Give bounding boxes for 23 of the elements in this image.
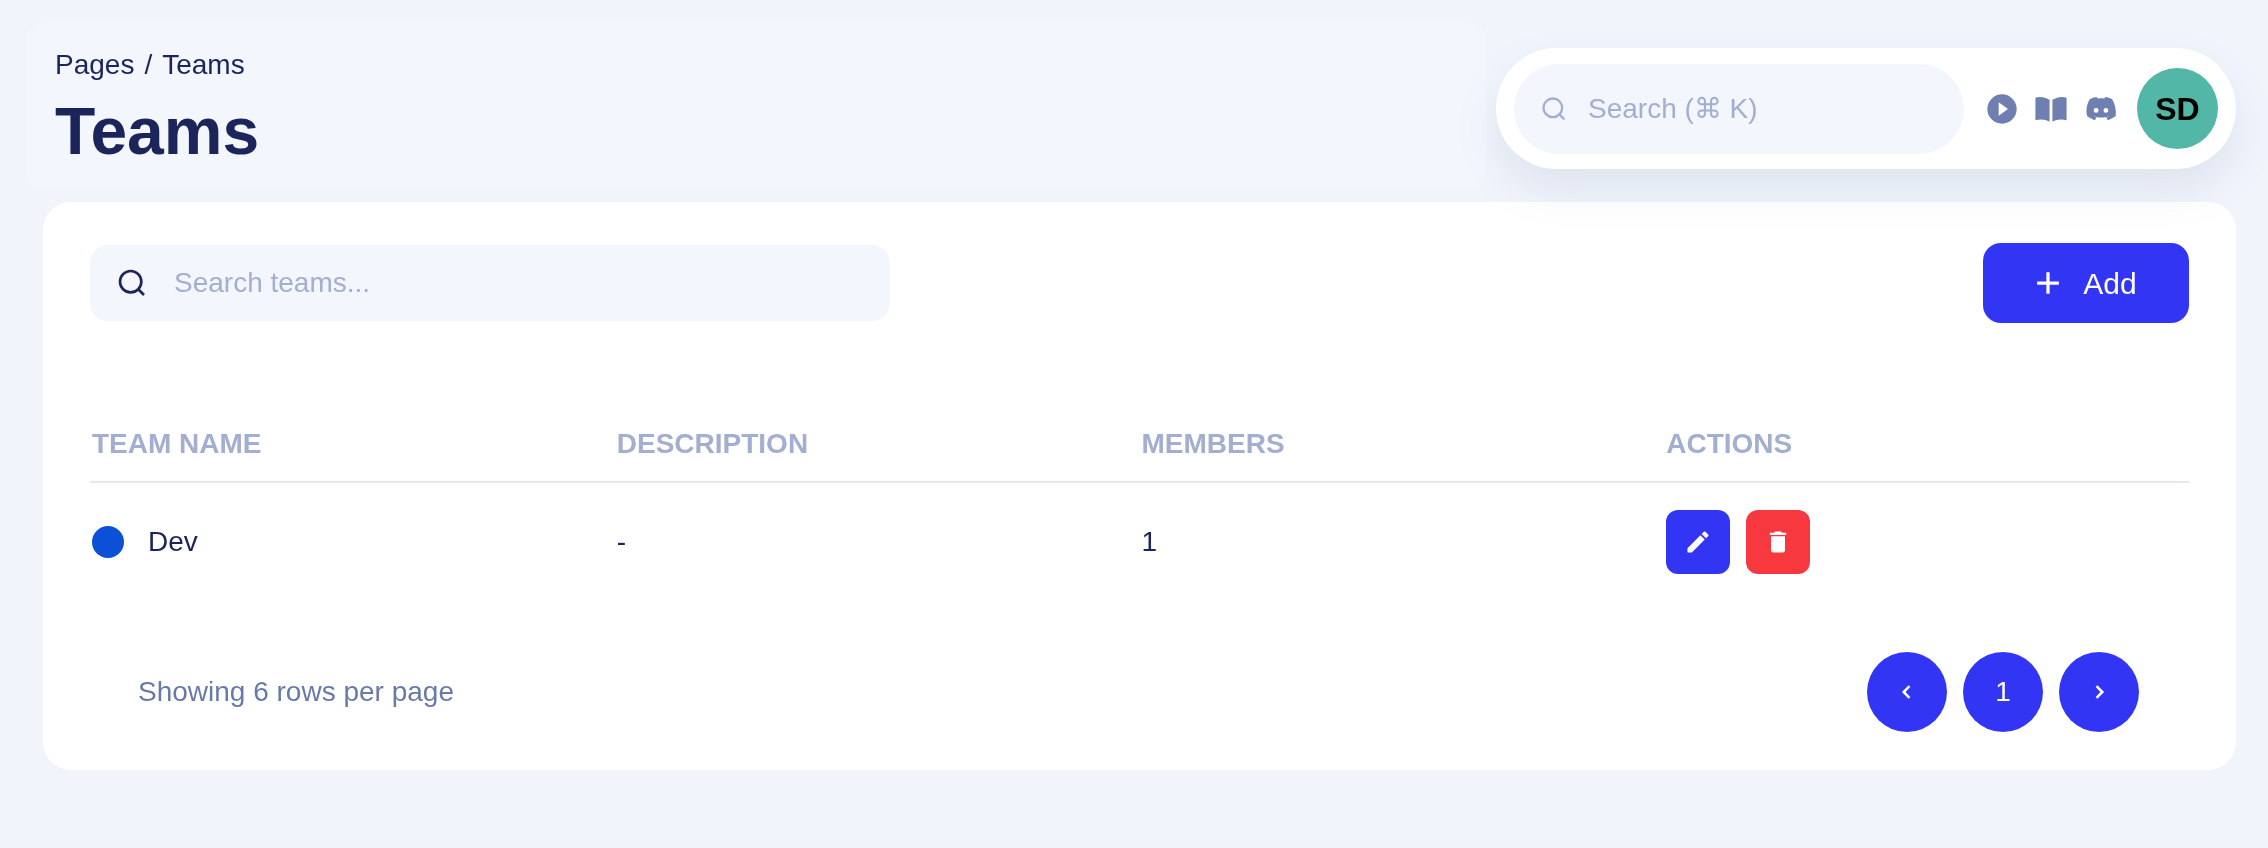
rows-per-page-text: Showing 6 rows per page xyxy=(138,675,454,709)
column-header: ACTIONS xyxy=(1666,428,1793,459)
play-icon[interactable] xyxy=(1986,92,2018,125)
chat-icon[interactable] xyxy=(2084,94,2118,123)
column-header: DESCRIPTION xyxy=(616,428,809,459)
search-icon xyxy=(1540,94,1568,123)
search-field[interactable]: Search teams... xyxy=(90,245,890,321)
plus-icon xyxy=(2035,270,2062,296)
breadcrumb-link[interactable]: Teams xyxy=(162,44,245,86)
column-header: TEAM NAME xyxy=(92,428,262,459)
column-header: MEMBERS xyxy=(1141,428,1285,459)
delete-button[interactable] xyxy=(1746,509,1811,574)
breadcrumb-link[interactable]: Pages xyxy=(55,44,135,86)
breadcrumb-separator: / xyxy=(144,48,153,82)
table-cell: - xyxy=(616,525,627,557)
page-button[interactable]: 1 xyxy=(1963,652,2043,732)
edit-button[interactable] xyxy=(1666,509,1731,574)
user-avatar[interactable]: SD xyxy=(2137,68,2218,149)
table-cell: 1 xyxy=(1141,525,1158,557)
team-name: Dev xyxy=(148,524,198,559)
add-button[interactable]: Add xyxy=(1983,243,2189,323)
top-search-field[interactable]: Search (⌘ K) xyxy=(1514,63,1964,154)
page-title: Teams xyxy=(55,98,261,164)
